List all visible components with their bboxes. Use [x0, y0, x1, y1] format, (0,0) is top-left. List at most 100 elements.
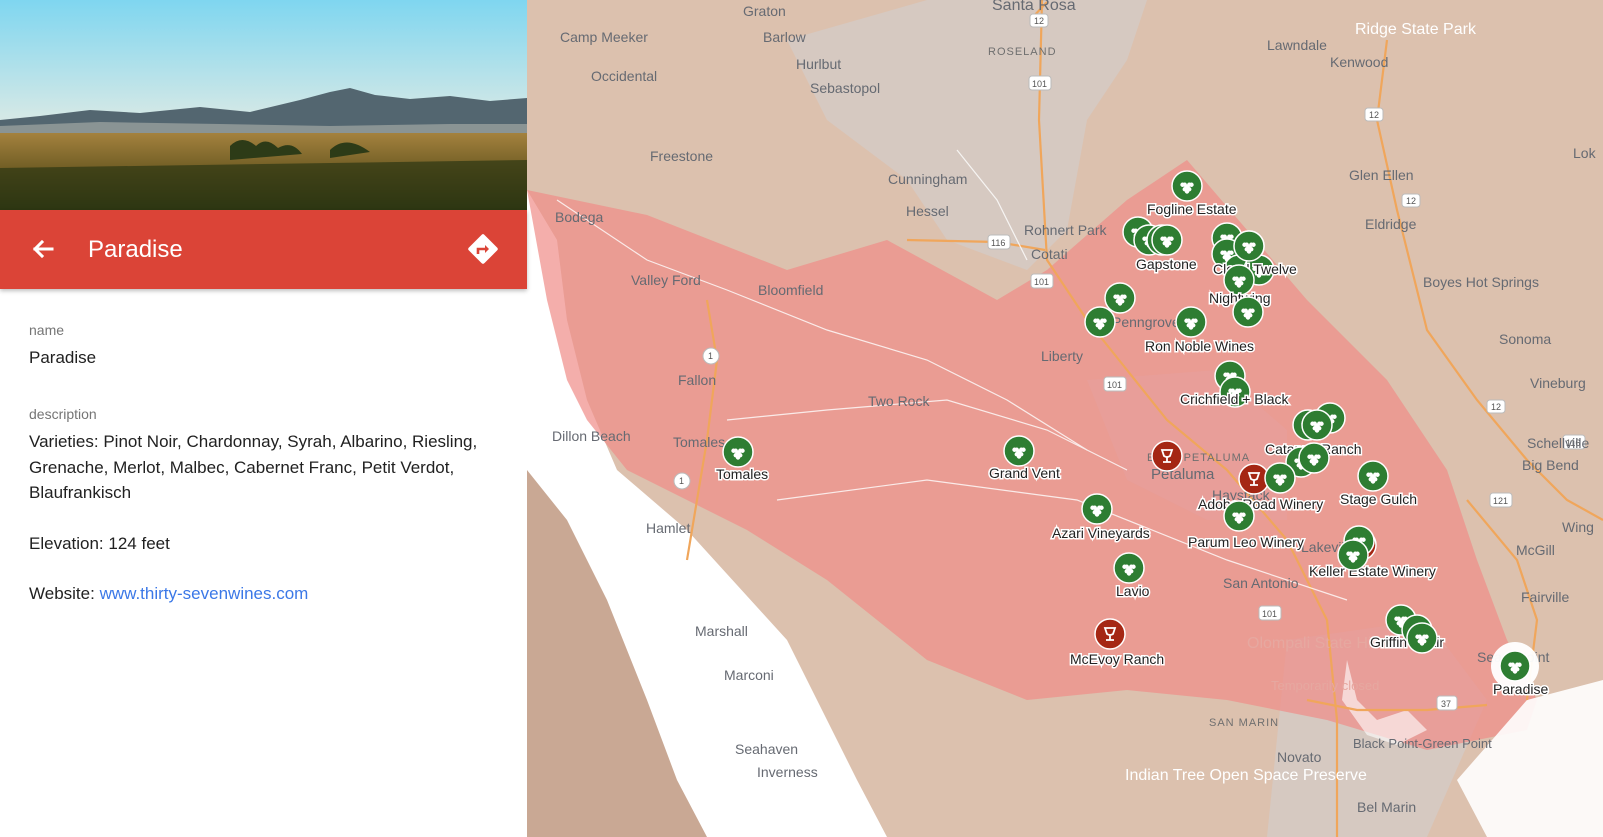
winery-label: Lavio: [1116, 583, 1150, 599]
place-label: Schellville: [1527, 435, 1589, 451]
winery-label: Azari Vineyards: [1052, 525, 1150, 541]
back-button[interactable]: [26, 232, 60, 266]
place-label: Bloomfield: [758, 282, 823, 298]
place-label: Bel Marin: [1357, 799, 1416, 815]
map-view[interactable]: 12 101 116 101 101 1 1 101 37 12 12 12 1…: [527, 0, 1603, 837]
varieties-text: Varieties: Pinot Noir, Chardonnay, Syrah…: [29, 432, 478, 502]
winery-marker[interactable]: [722, 436, 754, 468]
winery-marker[interactable]: [1357, 460, 1389, 492]
winery-label: Tomales: [716, 466, 768, 482]
place-label: Vineburg: [1530, 375, 1586, 391]
route-shield-label: 101: [1032, 79, 1047, 89]
winery-marker[interactable]: [1232, 296, 1264, 328]
place-label: Seahaven: [735, 741, 798, 757]
place-label: Hamlet: [646, 520, 690, 536]
website-line: Website: www.thirty-sevenwines.com: [29, 581, 499, 607]
name-value: Paradise: [29, 348, 97, 367]
route-shield-label: 101: [1034, 277, 1049, 287]
place-label: Barlow: [763, 29, 807, 45]
marker-pin: [1094, 618, 1126, 650]
winery-marker[interactable]: [1223, 500, 1255, 532]
place-label: Ridge State Park: [1355, 21, 1477, 38]
place-label: Tomales: [673, 434, 725, 450]
place-label: Boyes Hot Springs: [1423, 274, 1539, 290]
winery-label: Keller Estate Winery: [1309, 563, 1436, 579]
winery-marker[interactable]: [1104, 282, 1136, 314]
winery-marker[interactable]: [1264, 462, 1296, 494]
winery-marker[interactable]: [1151, 224, 1183, 256]
place-label: Bodega: [555, 209, 603, 225]
name-label: name: [29, 322, 65, 338]
winery-marker[interactable]: [1301, 409, 1333, 441]
directions-icon: [468, 234, 498, 264]
place-label: Occidental: [591, 68, 657, 84]
place-label: Cotati: [1031, 246, 1068, 262]
winery-marker[interactable]: [1151, 440, 1183, 472]
winery-marker[interactable]: [1094, 618, 1126, 650]
winery-label: Crichfield + Black: [1180, 391, 1290, 407]
place-label: McGill: [1516, 542, 1555, 558]
winery-label: Adobe Road Winery: [1198, 496, 1323, 512]
route-shield-label: 12: [1406, 196, 1416, 206]
route-shield-label: 1: [708, 351, 713, 361]
winery-label: Grand Vent: [989, 465, 1060, 481]
winery-marker[interactable]: [1406, 622, 1438, 654]
website-prefix: Website:: [29, 584, 100, 603]
winery-marker[interactable]: [1337, 539, 1369, 571]
place-label: Eldridge: [1365, 216, 1417, 232]
place-label: Liberty: [1041, 348, 1083, 364]
place-label: Rohnert Park: [1024, 222, 1107, 238]
winery-label: Gapstone: [1136, 256, 1197, 272]
place-label: ROSELAND: [988, 46, 1057, 58]
place-label: Hurlbut: [796, 56, 841, 72]
place-label: Freestone: [650, 148, 713, 164]
marker-pin: [1151, 440, 1183, 472]
elevation-text: Elevation: 124 feet: [29, 533, 170, 553]
place-label: Novato: [1277, 749, 1322, 765]
name-field: name Paradise: [29, 322, 499, 371]
place-label: Sonoma: [1499, 331, 1551, 347]
directions-button[interactable]: [465, 231, 501, 267]
winery-marker[interactable]: [1171, 170, 1203, 202]
place-label: Hessel: [906, 203, 949, 219]
place-label: Glen Ellen: [1349, 167, 1414, 183]
place-label: Dillon Beach: [552, 428, 631, 444]
place-label: Santa Rosa: [992, 0, 1076, 14]
place-label: Graton: [743, 3, 786, 19]
route-shield-label: 37: [1441, 699, 1451, 709]
winery-marker[interactable]: [1175, 306, 1207, 338]
header-bar: Paradise: [0, 210, 527, 289]
winery-label: Parum Leo Winery: [1188, 534, 1304, 550]
winery-marker[interactable]: [1084, 306, 1116, 338]
place-label: Valley Ford: [631, 272, 701, 288]
place-label: Marshall: [695, 623, 748, 639]
winery-marker[interactable]: [1081, 493, 1113, 525]
route-shield-label: 101: [1262, 609, 1277, 619]
place-title: Paradise: [88, 236, 183, 263]
place-label: SAN MARIN: [1209, 717, 1279, 729]
winery-label: Ron Noble Wines: [1145, 338, 1254, 354]
place-label: San Antonio: [1223, 575, 1299, 591]
description-label: description: [29, 406, 97, 422]
place-label: Sebastopol: [810, 80, 880, 96]
place-label: Cunningham: [888, 171, 967, 187]
arrow-back-icon: [32, 239, 54, 259]
detail-panel: Paradise name Paradise description Varie…: [0, 0, 527, 837]
route-shield-label: 12: [1034, 16, 1044, 26]
place-label: Fairville: [1521, 589, 1569, 605]
description-field: description Varieties: Pinot Noir, Chard…: [29, 406, 499, 632]
winery-label: Fogline Estate: [1147, 201, 1237, 217]
winery-marker[interactable]: [1298, 442, 1330, 474]
place-label: Lawndale: [1267, 37, 1327, 53]
website-link[interactable]: www.thirty-sevenwines.com: [100, 584, 309, 603]
winery-marker[interactable]: [1233, 230, 1265, 262]
winery-marker[interactable]: [1003, 435, 1035, 467]
winery-marker[interactable]: [1113, 552, 1145, 584]
place-label: Black Point-Green Point: [1353, 736, 1492, 751]
hero-photo: [0, 0, 527, 210]
winery-label: Stage Gulch: [1340, 491, 1417, 507]
place-label: Lok: [1573, 145, 1597, 161]
route-shield-label: 121: [1493, 496, 1508, 506]
route-shield-label: 12: [1491, 402, 1501, 412]
park-note: Temporarily closed: [1271, 678, 1379, 693]
